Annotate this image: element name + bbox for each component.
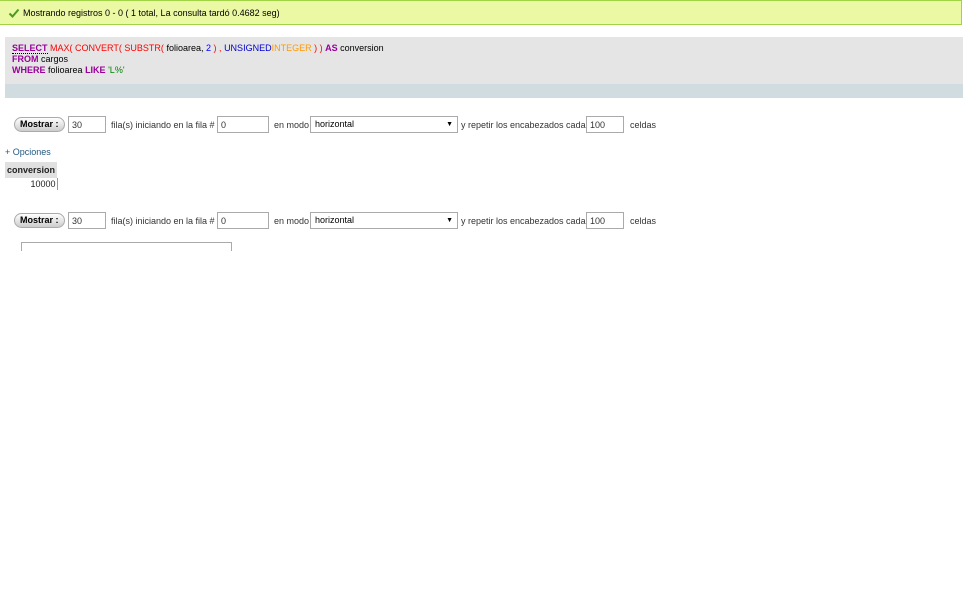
sql-toolbar-bar [5, 84, 963, 98]
start-row-input[interactable] [217, 212, 269, 229]
success-message-bar: Mostrando registros 0 - 0 ( 1 total, La … [0, 0, 962, 25]
rows-label: fila(s) iniciando en la fila # [111, 216, 215, 226]
navigation-row-top: Mostrar : fila(s) iniciando en la fila #… [0, 116, 963, 134]
show-button[interactable]: Mostrar : [14, 117, 65, 132]
dropdown-arrow-icon: ▼ [446, 121, 453, 128]
mode-label: en modo [274, 216, 310, 226]
table-cell: 10000 [5, 178, 58, 190]
rows-count-input[interactable] [68, 116, 106, 133]
options-link[interactable]: + Opciones [5, 147, 51, 157]
mode-label: en modo [274, 120, 310, 130]
results-table: conversion 10000 [5, 160, 58, 190]
start-row-input[interactable] [217, 116, 269, 133]
cells-label: celdas [630, 120, 657, 130]
dropdown-arrow-icon: ▼ [446, 217, 453, 224]
check-icon [8, 8, 20, 18]
display-mode-value: horizontal [315, 215, 355, 225]
cells-label: celdas [630, 216, 657, 226]
column-header-conversion[interactable]: conversion [5, 160, 58, 178]
repeat-headers-label: y repetir los encabezados cada [461, 216, 586, 226]
rows-label: fila(s) iniciando en la fila # [111, 120, 215, 130]
show-button[interactable]: Mostrar : [14, 213, 65, 228]
sql-query-code: SELECT MAX( CONVERT( SUBSTR( folioarea, … [12, 43, 384, 75]
repeat-headers-input[interactable] [586, 212, 624, 229]
display-mode-select[interactable]: horizontal ▼ [310, 212, 458, 229]
navigation-row-bottom: Mostrar : fila(s) iniciando en la fila #… [0, 212, 963, 230]
success-message-text: Mostrando registros 0 - 0 ( 1 total, La … [23, 7, 280, 18]
repeat-headers-input[interactable] [586, 116, 624, 133]
display-mode-value: horizontal [315, 119, 355, 129]
query-results-operations-box [21, 242, 232, 251]
sql-query-box: SELECT MAX( CONVERT( SUBSTR( folioarea, … [5, 37, 963, 98]
repeat-headers-label: y repetir los encabezados cada [461, 120, 586, 130]
rows-count-input[interactable] [68, 212, 106, 229]
display-mode-select[interactable]: horizontal ▼ [310, 116, 458, 133]
table-row: 10000 [5, 178, 58, 190]
